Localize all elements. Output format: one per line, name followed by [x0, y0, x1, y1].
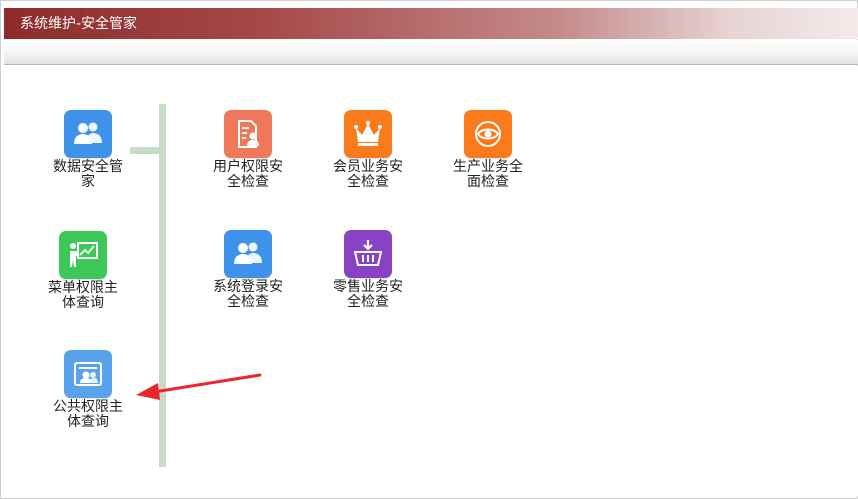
window-title: 系统维护-安全管家 — [20, 16, 138, 32]
app-data-security[interactable]: 数据安全管家 — [40, 110, 136, 190]
users-icon — [224, 230, 272, 278]
connector-vertical-line — [159, 104, 166, 467]
app-menu-permission[interactable]: 菜单权限主体查询 — [35, 231, 131, 311]
basket-icon — [344, 230, 392, 278]
app-user-permission[interactable]: 用户权限安全检查 — [200, 110, 296, 190]
app-production-business[interactable]: 生产业务全面检查 — [440, 110, 536, 190]
eye-icon — [464, 110, 512, 158]
app-label: 菜单权限主体查询 — [48, 280, 118, 311]
document-user-icon — [224, 110, 272, 158]
crown-icon — [344, 110, 392, 158]
users-icon — [64, 110, 112, 158]
app-label: 系统登录安全检查 — [213, 279, 283, 310]
app-retail-business[interactable]: 零售业务安全检查 — [320, 230, 416, 310]
app-member-business[interactable]: 会员业务安全检查 — [320, 110, 416, 190]
app-label: 用户权限安全检查 — [213, 159, 283, 190]
app-label: 零售业务安全检查 — [333, 279, 403, 310]
presentation-icon — [59, 231, 107, 279]
id-card-icon — [64, 350, 112, 398]
app-label: 生产业务全面检查 — [453, 159, 523, 190]
app-label: 公共权限主体查询 — [53, 399, 123, 430]
title-bar: 系统维护-安全管家 — [4, 8, 858, 39]
app-label: 数据安全管家 — [53, 159, 123, 190]
app-system-login[interactable]: 系统登录安全检查 — [200, 230, 296, 310]
toolbar-strip — [4, 40, 858, 65]
app-public-permission[interactable]: 公共权限主体查询 — [40, 350, 136, 430]
arrow-annotation-icon — [136, 373, 262, 400]
app-label: 会员业务安全检查 — [333, 159, 403, 190]
